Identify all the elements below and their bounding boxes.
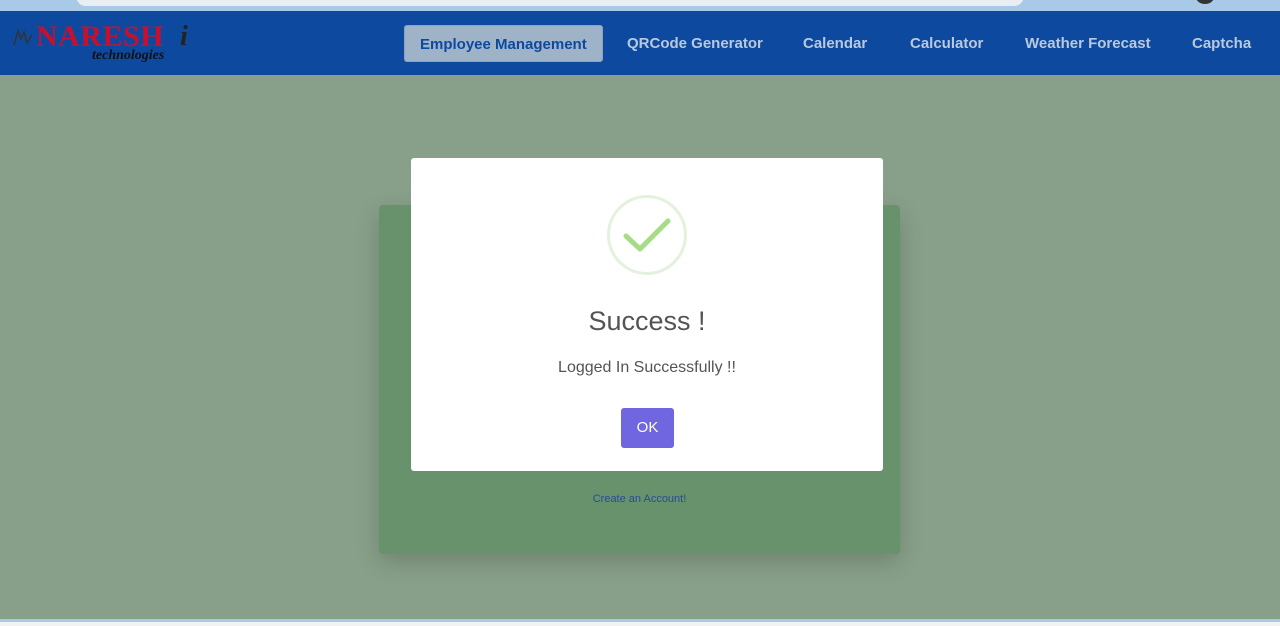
nav-item-calendar[interactable]: Calendar	[803, 25, 867, 62]
logo-subtitle: technologies	[92, 48, 165, 63]
nav-item-employee-management[interactable]: Employee Management	[404, 25, 603, 62]
top-navbar: NARESH i technologies Employee Managemen…	[0, 11, 1280, 75]
logo-emblem-icon	[13, 29, 33, 46]
ok-button[interactable]: OK	[621, 408, 674, 448]
browser-chrome-strip	[0, 0, 1280, 11]
nav-item-captcha[interactable]: Captcha	[1192, 25, 1251, 62]
nav-item-weather-forecast[interactable]: Weather Forecast	[1025, 25, 1151, 62]
browser-address-bar[interactable]	[76, 0, 1024, 6]
create-account-link[interactable]: Create an Account!	[379, 493, 900, 505]
success-modal: Success ! Logged In Successfully !! OK	[411, 158, 883, 471]
nav-item-calculator[interactable]: Calculator	[910, 25, 983, 62]
nav-item-qrcode-generator[interactable]: QRCode Generator	[627, 25, 763, 62]
browser-profile-icon[interactable]	[1196, 0, 1214, 4]
modal-title: Success !	[588, 306, 706, 336]
logo-suffix: i	[180, 21, 188, 52]
page-bottom-line	[0, 622, 1280, 626]
modal-message: Logged In Successfully !!	[558, 359, 736, 376]
success-check-icon	[607, 195, 687, 275]
checkmark-icon	[623, 218, 671, 252]
naresh-it-logo[interactable]: NARESH i technologies	[12, 21, 202, 65]
